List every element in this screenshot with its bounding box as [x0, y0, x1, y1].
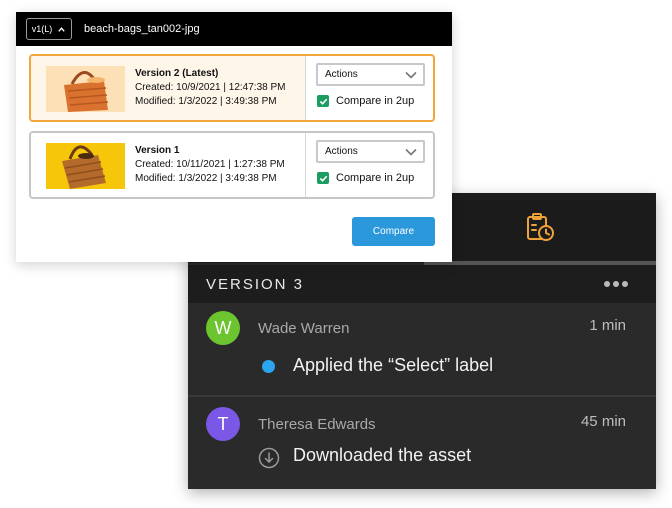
- version-name: Version 2 (Latest): [135, 68, 219, 79]
- activity-time: 45 min: [580, 413, 626, 430]
- activity-item: W Wade Warren 1 min Applied the “Select”…: [188, 303, 656, 397]
- asset-thumbnail: [46, 143, 125, 189]
- chevron-up-icon: [58, 26, 65, 32]
- download-icon: [258, 447, 280, 469]
- version-modified: Modified: 1/3/2022 | 3:49:38 PM: [135, 173, 277, 184]
- more-options-icon[interactable]: [604, 281, 628, 287]
- checkbox-checked-icon: [317, 95, 329, 107]
- compare-button[interactable]: Compare: [352, 217, 435, 246]
- version-history-icon[interactable]: [524, 211, 556, 243]
- actions-dropdown[interactable]: Actions: [316, 63, 425, 86]
- version-section-header: VERSION 3: [188, 265, 656, 303]
- chevron-down-icon: [405, 71, 417, 79]
- activity-user: Theresa Edwards: [258, 416, 376, 433]
- version-info: Version 2 (Latest) Created: 10/9/2021 | …: [31, 56, 306, 120]
- version-selector-label: v1(L): [31, 24, 53, 34]
- activity-time: 1 min: [589, 317, 626, 334]
- activity-text: Applied the “Select” label: [293, 355, 494, 375]
- stage: VERSION 3 W Wade Warren 1 min Applied th…: [0, 0, 672, 508]
- version-row[interactable]: Version 1 Created: 10/11/2021 | 1:27:38 …: [29, 131, 435, 199]
- activity-text: Downloaded the asset: [293, 445, 472, 465]
- asset-thumbnail: [46, 66, 125, 112]
- version-created: Created: 10/11/2021 | 1:27:38 PM: [135, 159, 285, 170]
- chevron-down-icon: [405, 148, 417, 156]
- version-created: Created: 10/9/2021 | 12:47:38 PM: [135, 82, 286, 93]
- versions-panel: v1(L) beach-bags_tan002-jpg Version 2 (L…: [16, 12, 452, 262]
- asset-filename: beach-bags_tan002-jpg: [84, 23, 200, 35]
- actions-label: Actions: [325, 146, 358, 157]
- compare-label: Compare in 2up: [336, 95, 415, 107]
- compare-2up-checkbox[interactable]: Compare in 2up: [317, 95, 414, 107]
- compare-2up-checkbox[interactable]: Compare in 2up: [317, 172, 414, 184]
- activity-item: T Theresa Edwards 45 min Downloaded the …: [188, 399, 656, 489]
- version-details: Version 1 Created: 10/11/2021 | 1:27:38 …: [135, 144, 285, 186]
- version-details: Version 2 (Latest) Created: 10/9/2021 | …: [135, 67, 285, 109]
- version-selector[interactable]: v1(L): [26, 18, 72, 40]
- compare-label: Compare in 2up: [336, 172, 415, 184]
- actions-dropdown[interactable]: Actions: [316, 140, 425, 163]
- versions-topbar: v1(L) beach-bags_tan002-jpg: [16, 12, 452, 46]
- avatar: T: [206, 407, 240, 441]
- section-title: VERSION 3: [206, 275, 305, 293]
- actions-label: Actions: [325, 69, 358, 80]
- checkbox-checked-icon: [317, 172, 329, 184]
- version-name: Version 1: [135, 145, 180, 156]
- activity-user: Wade Warren: [258, 320, 350, 337]
- status-dot-icon: [262, 360, 275, 373]
- version-row-latest[interactable]: Version 2 (Latest) Created: 10/9/2021 | …: [29, 54, 435, 122]
- version-info: Version 1 Created: 10/11/2021 | 1:27:38 …: [31, 133, 306, 197]
- version-modified: Modified: 1/3/2022 | 3:49:38 PM: [135, 96, 277, 107]
- avatar: W: [206, 311, 240, 345]
